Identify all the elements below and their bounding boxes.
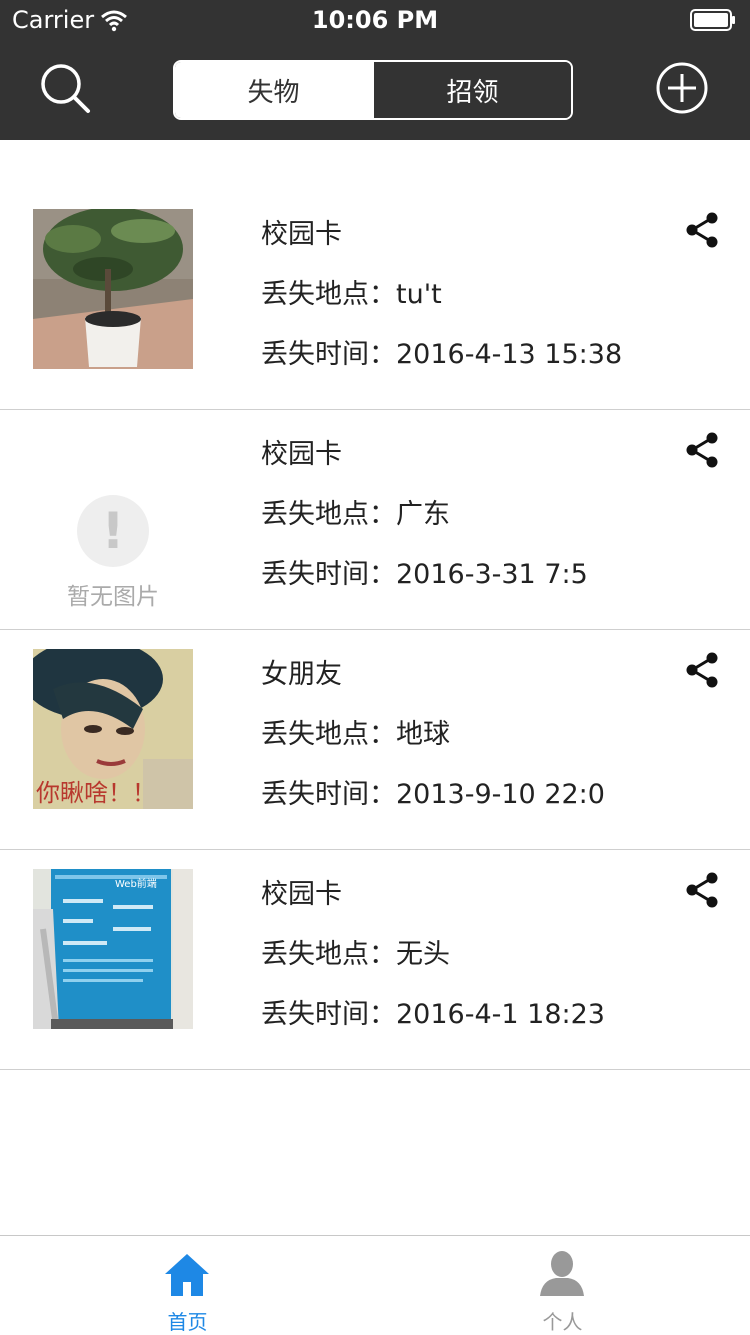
item-image (33, 209, 193, 369)
item-title: 校园卡 (261, 879, 342, 910)
item-title: 女朋友 (261, 659, 342, 690)
item-time: 丢失时间：2016-3-31 7:5 (261, 559, 588, 590)
tab-profile[interactable]: 个人 (375, 1236, 750, 1335)
person-icon (540, 1251, 584, 1296)
list-item[interactable]: ! 暂无图片 校园卡 丢失地点：广东 丢失时间：2016-3-31 7:5 (0, 410, 750, 630)
tab-home[interactable]: 首页 (0, 1236, 375, 1335)
item-title: 校园卡 (261, 439, 342, 470)
item-image: Web前端 (33, 869, 193, 1029)
list-item[interactable]: Web前端 校园卡 丢失地点：无头 丢失时间：2016-4-1 18:23 (0, 850, 750, 1070)
item-place: 丢失地点：tu't (261, 279, 442, 310)
item-time: 丢失时间：2013-9-10 22:0 (261, 779, 605, 810)
item-place: 丢失地点：无头 (261, 939, 450, 970)
tab-bar: 首页 个人 (0, 1235, 750, 1334)
poster-photo: Web前端 (33, 869, 193, 1029)
list-item[interactable]: 你瞅啥！！ 女朋友 丢失地点：地球 丢失时间：2013-9-10 22:0 (0, 630, 750, 850)
plus-circle-icon[interactable] (654, 60, 710, 116)
tab-home-label: 首页 (167, 1310, 208, 1334)
no-image-placeholder: ! 暂无图片 (33, 429, 193, 610)
top-bar: Carrier 10:06 PM 失物 招领 (0, 0, 750, 140)
battery-icon (690, 9, 735, 31)
share-icon[interactable] (684, 870, 720, 910)
list-item[interactable]: 校园卡 丢失地点：tu't 丢失时间：2016-4-13 15:38 (0, 190, 750, 410)
home-icon (165, 1254, 209, 1296)
portrait-caption: 你瞅啥！！ (36, 779, 156, 807)
no-image-label: 暂无图片 (67, 584, 159, 610)
item-image: 你瞅啥！！ (33, 649, 193, 809)
item-time: 丢失时间：2016-4-1 18:23 (261, 999, 605, 1030)
plant-photo (33, 209, 193, 369)
share-icon[interactable] (684, 650, 720, 690)
item-place: 丢失地点：广东 (261, 499, 450, 530)
poster-heading: Web前端 (115, 877, 157, 890)
segmented-control: 失物 招领 (173, 60, 573, 120)
segment-found[interactable]: 招领 (372, 62, 571, 118)
portrait-photo: 你瞅啥！！ (33, 649, 193, 809)
item-title: 校园卡 (261, 219, 342, 250)
share-icon[interactable] (684, 210, 720, 250)
tab-profile-label: 个人 (542, 1310, 583, 1334)
status-bar: Carrier 10:06 PM (0, 0, 750, 40)
share-icon[interactable] (684, 430, 720, 470)
segment-lost[interactable]: 失物 (175, 62, 372, 118)
item-time: 丢失时间：2016-4-13 15:38 (261, 339, 623, 370)
status-time: 10:06 PM (311, 6, 439, 34)
exclamation-icon: ! (77, 495, 149, 567)
search-icon[interactable] (36, 60, 96, 120)
lost-item-list: 校园卡 丢失地点：tu't 丢失时间：2016-4-13 15:38 ! 暂无图… (0, 190, 750, 1070)
item-place: 丢失地点：地球 (261, 719, 450, 750)
